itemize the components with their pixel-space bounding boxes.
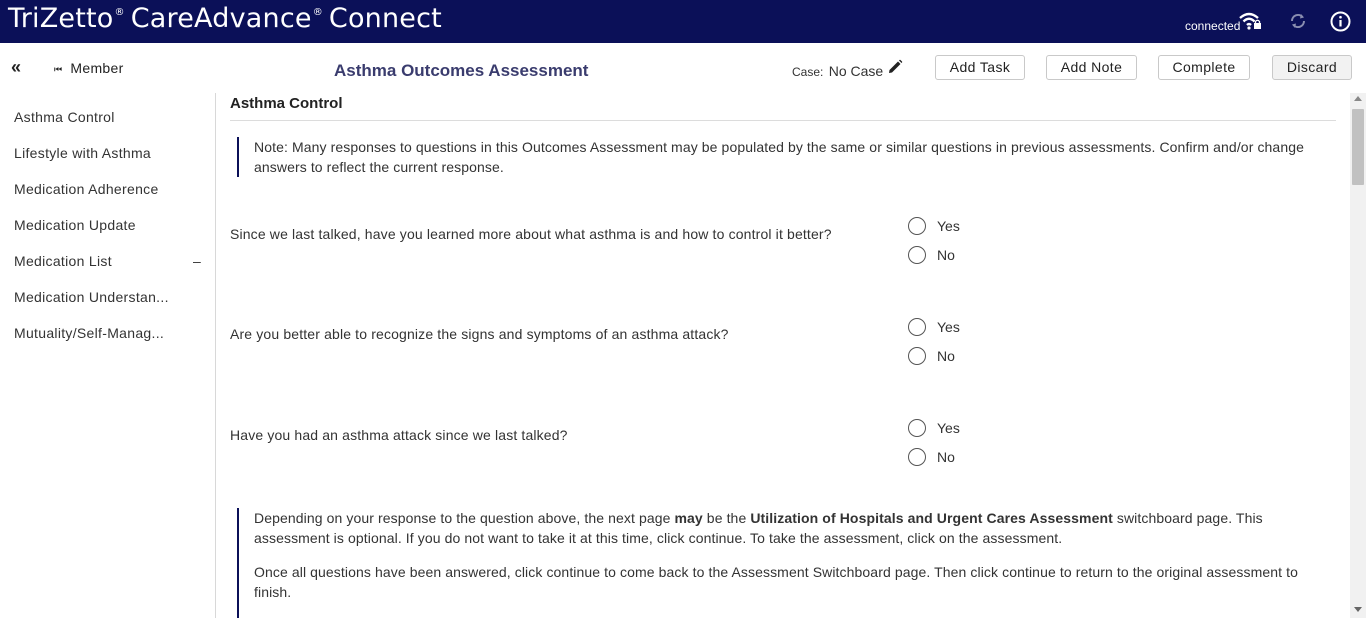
member-label: Member [70, 60, 124, 76]
radio-yes[interactable] [908, 318, 926, 336]
info-icon[interactable] [1330, 11, 1351, 32]
radio-label-no: No [937, 449, 955, 465]
page-title: Asthma Outcomes Assessment [334, 61, 589, 80]
app-brand: TriZetto® CareAdvance® Connect [8, 3, 442, 34]
sidebar-item-lifestyle[interactable]: Lifestyle with Asthma [14, 145, 179, 161]
brand-tail: Connect [328, 3, 442, 34]
instruction-text: be the [702, 510, 751, 526]
top-bar: TriZetto® CareAdvance® Connect connected [0, 0, 1366, 43]
case-value: No Case [828, 63, 884, 79]
connection-status: connected [1185, 19, 1241, 33]
case-label: Case: [792, 65, 824, 79]
brand-trademark-2: ® [312, 7, 323, 18]
brand-trademark: ® [114, 7, 125, 18]
radio-label-yes: Yes [937, 218, 960, 234]
scroll-down-arrow-icon[interactable] [1354, 607, 1362, 612]
sidebar-nav: Asthma Control Lifestyle with Asthma Med… [0, 93, 216, 618]
question-text: Since we last talked, have you learned m… [230, 226, 832, 242]
sync-icon[interactable] [1288, 11, 1308, 31]
discard-button[interactable]: Discard [1272, 55, 1352, 80]
vertical-scrollbar[interactable] [1350, 93, 1366, 618]
add-task-button[interactable]: Add Task [935, 55, 1025, 80]
brand-prefix: TriZetto [8, 3, 114, 34]
question-text: Have you had an asthma attack since we l… [230, 427, 568, 443]
sidebar-item-medication-adherence[interactable]: Medication Adherence [14, 181, 179, 197]
radio-label-yes: Yes [937, 420, 960, 436]
section-divider [230, 120, 1336, 121]
brand-suffix: CareAdvance [130, 3, 312, 34]
radio-yes[interactable] [908, 419, 926, 437]
assessment-content: Asthma Control Note: Many responses to q… [216, 93, 1350, 618]
case-info: Case: No Case [792, 63, 883, 79]
sidebar-item-mutuality[interactable]: Mutuality/Self-Manag... [14, 325, 179, 341]
sidebar-item-asthma-control[interactable]: Asthma Control [14, 109, 179, 125]
instruction-emphasis: may [674, 510, 703, 526]
radio-label-no: No [937, 247, 955, 263]
wifi-lock-icon [1239, 12, 1261, 30]
pencil-icon[interactable] [887, 59, 903, 75]
instruction-text: Depending on your response to the questi… [254, 510, 675, 526]
collapse-marker[interactable]: – [193, 253, 201, 269]
instruction-paragraph-1: Depending on your response to the questi… [254, 508, 1317, 548]
section-title: Asthma Control [230, 95, 343, 112]
complete-button[interactable]: Complete [1158, 55, 1250, 80]
scroll-thumb[interactable] [1352, 109, 1364, 185]
member-link[interactable]: ⏮ Member [54, 60, 124, 76]
scroll-up-arrow-icon[interactable] [1354, 96, 1362, 101]
instruction-paragraph-2: Once all questions have been answered, c… [254, 564, 1298, 600]
sidebar-item-medication-understanding[interactable]: Medication Understan... [14, 289, 179, 305]
radio-label-no: No [937, 348, 955, 364]
radio-yes[interactable] [908, 217, 926, 235]
add-note-button[interactable]: Add Note [1046, 55, 1137, 80]
assessment-name: Utilization of Hospitals and Urgent Care… [750, 510, 1113, 526]
question-text: Are you better able to recognize the sig… [230, 326, 729, 342]
sidebar-item-medication-list[interactable]: Medication List [14, 253, 179, 269]
instruction-callout: Depending on your response to the questi… [237, 508, 1317, 618]
radio-label-yes: Yes [937, 319, 960, 335]
note-callout: Note: Many responses to questions in thi… [237, 137, 1317, 177]
radio-no[interactable] [908, 448, 926, 466]
radio-no[interactable] [908, 246, 926, 264]
double-chevron-left-icon[interactable]: « [11, 57, 21, 78]
radio-no[interactable] [908, 347, 926, 365]
skip-back-icon: ⏮ [54, 64, 63, 74]
sidebar-item-medication-update[interactable]: Medication Update [14, 217, 179, 233]
